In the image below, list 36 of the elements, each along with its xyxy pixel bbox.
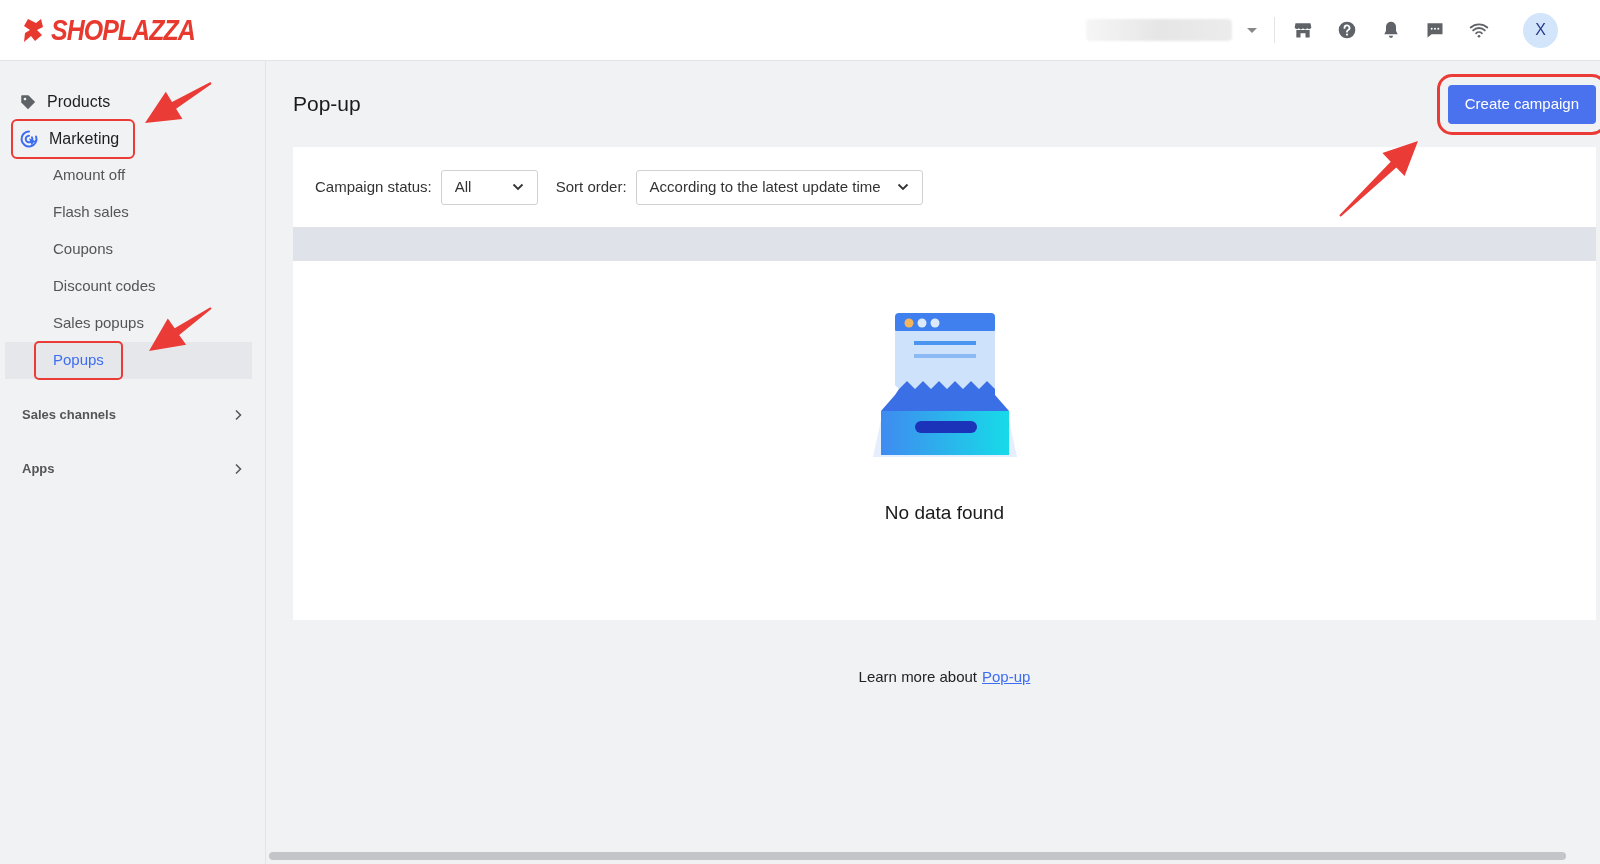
avatar[interactable]: X [1523, 12, 1558, 48]
logo-icon [22, 17, 46, 43]
sidebar-section[interactable]: Apps [22, 450, 243, 487]
filter-label: Campaign status: [315, 176, 432, 197]
annotation-arrow [149, 307, 212, 351]
help-icon[interactable] [1337, 20, 1357, 40]
brand-name: SHOPLAZZA [51, 15, 195, 45]
target-cursor-icon [19, 128, 39, 149]
chevron-icon [233, 408, 243, 421]
sidebar-subitem[interactable]: Flash sales [36, 195, 146, 230]
sidebar-section[interactable]: Sales channels [22, 396, 243, 433]
store-icon[interactable] [1293, 20, 1313, 40]
sidebar-subitem[interactable]: Coupons [36, 232, 131, 267]
caret-icon [896, 183, 909, 191]
sidebar-item[interactable]: Products [13, 83, 125, 120]
chat-icon[interactable] [1425, 20, 1445, 40]
pop-up-link[interactable]: Pop-up [982, 666, 1031, 689]
create-campaign-button[interactable]: Create campaign [1447, 84, 1596, 124]
filter-label: Sort order: [555, 176, 627, 197]
sidebar-subitem[interactable]: Amount off [36, 158, 143, 193]
sidebar-item[interactable]: Marketing [13, 120, 134, 157]
chevron-icon [233, 462, 243, 475]
caret-icon[interactable] [1246, 26, 1258, 34]
sidebar-subitem[interactable]: Sales popups [36, 306, 161, 341]
sidebar-subitem[interactable]: Discount codes [36, 269, 173, 304]
caret-icon [511, 183, 524, 191]
tag-icon [19, 92, 37, 111]
horizontal-scrollbar[interactable] [269, 852, 1566, 860]
wifi-icon[interactable] [1469, 20, 1489, 40]
learn-more-text: Learn more about [858, 667, 977, 687]
dropdown[interactable]: According to the latest update time [635, 169, 923, 205]
dropdown[interactable]: All [440, 169, 538, 205]
empty-state-message: No data found [884, 501, 1005, 525]
sidebar-subitem[interactable]: Popups [36, 343, 121, 378]
page-title: Pop-up [293, 91, 361, 118]
annotation-arrow [145, 82, 212, 123]
